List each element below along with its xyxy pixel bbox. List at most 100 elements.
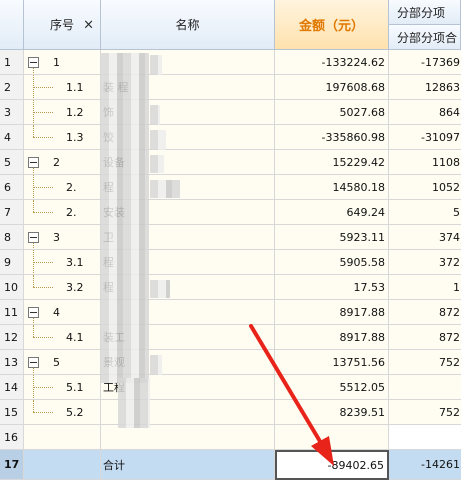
tree-connector <box>33 125 34 137</box>
amount-value: -335860.98 <box>321 130 385 144</box>
amount-cell[interactable]: -335860.98 <box>275 125 389 150</box>
fbfx-cell[interactable]: 752 <box>389 350 461 375</box>
fbfx-value: -31097 <box>421 130 460 144</box>
amount-cell[interactable]: 13751.56 <box>275 350 389 375</box>
amount-cell[interactable]: 14580.18 <box>275 175 389 200</box>
amount-cell[interactable]: 15229.42 <box>275 150 389 175</box>
amount-cell[interactable] <box>275 425 389 450</box>
total-fbfx-cell[interactable]: -14261 <box>389 450 461 480</box>
amount-value: 5027.68 <box>339 105 386 119</box>
table-row[interactable]: 72.安装649.245 <box>0 200 461 225</box>
amount-cell[interactable]: 5923.11 <box>275 225 389 250</box>
seq-cell[interactable]: 5.1 <box>24 375 101 400</box>
collapse-toggle-icon[interactable] <box>28 231 39 243</box>
seq-column-header[interactable]: 序号 × <box>24 0 101 50</box>
seq-text: 4.1 <box>66 330 84 344</box>
seq-cell[interactable]: 2. <box>24 200 101 225</box>
seq-cell[interactable]: 5.2 <box>24 400 101 425</box>
table-row[interactable]: 1 1 -133224.62 -17369 <box>0 50 461 75</box>
seq-cell[interactable]: 4 <box>24 300 101 325</box>
total-row[interactable]: 17 合计 -89402.65 -14261 <box>0 450 461 480</box>
seq-cell[interactable]: 1.2 <box>24 100 101 125</box>
table-row[interactable]: 93.1程5905.58372 <box>0 250 461 275</box>
redaction-mosaic <box>150 130 166 150</box>
seq-cell[interactable]: 2 <box>24 150 101 175</box>
amount-value: 649.24 <box>346 205 386 219</box>
name-column-header[interactable]: 名称 <box>101 0 275 50</box>
seq-cell[interactable]: 3.2 <box>24 275 101 300</box>
tree-connector <box>33 400 34 412</box>
fbfx-group-header[interactable]: 分部分项 <box>389 0 461 25</box>
fbfx-cell[interactable]: 864 <box>389 100 461 125</box>
fbfx-cell[interactable]: 872 <box>389 300 461 325</box>
tree-connector <box>33 68 34 74</box>
fbfx-value: 12863 <box>425 80 460 94</box>
fbfx-cell[interactable]: 372 <box>389 250 461 275</box>
collapse-toggle-icon[interactable] <box>28 356 39 368</box>
fbfx-cell[interactable]: 752 <box>389 400 461 425</box>
amount-cell[interactable]: 8917.88 <box>275 325 389 350</box>
fbfx-cell[interactable]: 1108 <box>389 150 461 175</box>
fbfx-cell[interactable]: -17369 <box>389 50 461 75</box>
fbfx-cell[interactable]: 5 <box>389 200 461 225</box>
table-row[interactable]: 62.程14580.181052 <box>0 175 461 200</box>
seq-cell[interactable]: 3 <box>24 225 101 250</box>
seq-cell[interactable] <box>24 425 101 450</box>
table-row[interactable]: 52设备15229.421108 <box>0 150 461 175</box>
seq-cell[interactable]: 1 <box>24 50 101 75</box>
fbfx-value: 1 <box>453 280 460 294</box>
fbfx-cell[interactable]: 872 <box>389 325 461 350</box>
corner-header <box>0 0 24 50</box>
amount-value: 5905.58 <box>339 255 386 269</box>
amount-cell[interactable]: 8239.51 <box>275 400 389 425</box>
seq-cell[interactable]: 3.1 <box>24 250 101 275</box>
fbfx-cell[interactable]: 1 <box>389 275 461 300</box>
amount-cell[interactable]: 5027.68 <box>275 100 389 125</box>
table-row[interactable]: 135景观13751.56752 <box>0 350 461 375</box>
row-number: 15 <box>0 400 24 425</box>
amount-value: 5923.11 <box>339 230 386 244</box>
seq-text: 1 <box>53 55 60 69</box>
amount-cell[interactable]: 8917.88 <box>275 300 389 325</box>
row-number: 6 <box>0 175 24 200</box>
name-cell[interactable] <box>101 425 275 450</box>
amount-cell[interactable]: 17.53 <box>275 275 389 300</box>
seq-cell[interactable]: 5 <box>24 350 101 375</box>
table-row[interactable]: 124.1装工8917.88872 <box>0 325 461 350</box>
amount-cell[interactable]: -133224.62 <box>275 50 389 75</box>
total-amount-cell[interactable]: -89402.65 <box>275 450 389 480</box>
table-row[interactable]: 103.2程17.531 <box>0 275 461 300</box>
table-row[interactable]: 41.3饺-335860.98-31097 <box>0 125 461 150</box>
fbfx-cell[interactable]: 374 <box>389 225 461 250</box>
amount-cell[interactable]: 649.24 <box>275 200 389 225</box>
close-icon[interactable]: × <box>83 17 94 32</box>
seq-cell[interactable]: 1.3 <box>24 125 101 150</box>
fbfx-value: 374 <box>439 230 460 244</box>
fbfx-cell[interactable]: 12863 <box>389 75 461 100</box>
seq-cell[interactable]: 1.1 <box>24 75 101 100</box>
amount-cell[interactable]: 5512.05 <box>275 375 389 400</box>
tree-branch <box>33 137 53 138</box>
collapse-toggle-icon[interactable] <box>28 156 39 168</box>
collapse-toggle-icon[interactable] <box>28 56 39 68</box>
table-row[interactable]: 21.1装 程197608.6812863 <box>0 75 461 100</box>
collapse-toggle-icon[interactable] <box>28 306 39 318</box>
fbfx-cell[interactable]: -31097 <box>389 125 461 150</box>
fbfx-cell[interactable] <box>389 375 461 400</box>
table-row[interactable]: 11 4 8917.88 872 <box>0 300 461 325</box>
tree-connector <box>33 368 34 374</box>
table-row[interactable]: 15 5.2 8239.51 752 <box>0 400 461 425</box>
table-row[interactable]: 31.2饰5027.68864 <box>0 100 461 125</box>
amount-column-header[interactable]: 金额（元） <box>275 0 389 50</box>
fbfx-total-header[interactable]: 分部分项合 <box>389 25 461 50</box>
seq-cell[interactable]: 2. <box>24 175 101 200</box>
table-row[interactable]: 83卫5923.11374 <box>0 225 461 250</box>
seq-cell[interactable]: 4.1 <box>24 325 101 350</box>
fbfx-cell[interactable] <box>389 425 461 450</box>
amount-cell[interactable]: 197608.68 <box>275 75 389 100</box>
fbfx-cell[interactable]: 1052 <box>389 175 461 200</box>
table-row[interactable]: 14 5.1 工程 5512.05 <box>0 375 461 400</box>
table-row[interactable]: 16 <box>0 425 461 450</box>
amount-cell[interactable]: 5905.58 <box>275 250 389 275</box>
row-number: 16 <box>0 425 24 450</box>
